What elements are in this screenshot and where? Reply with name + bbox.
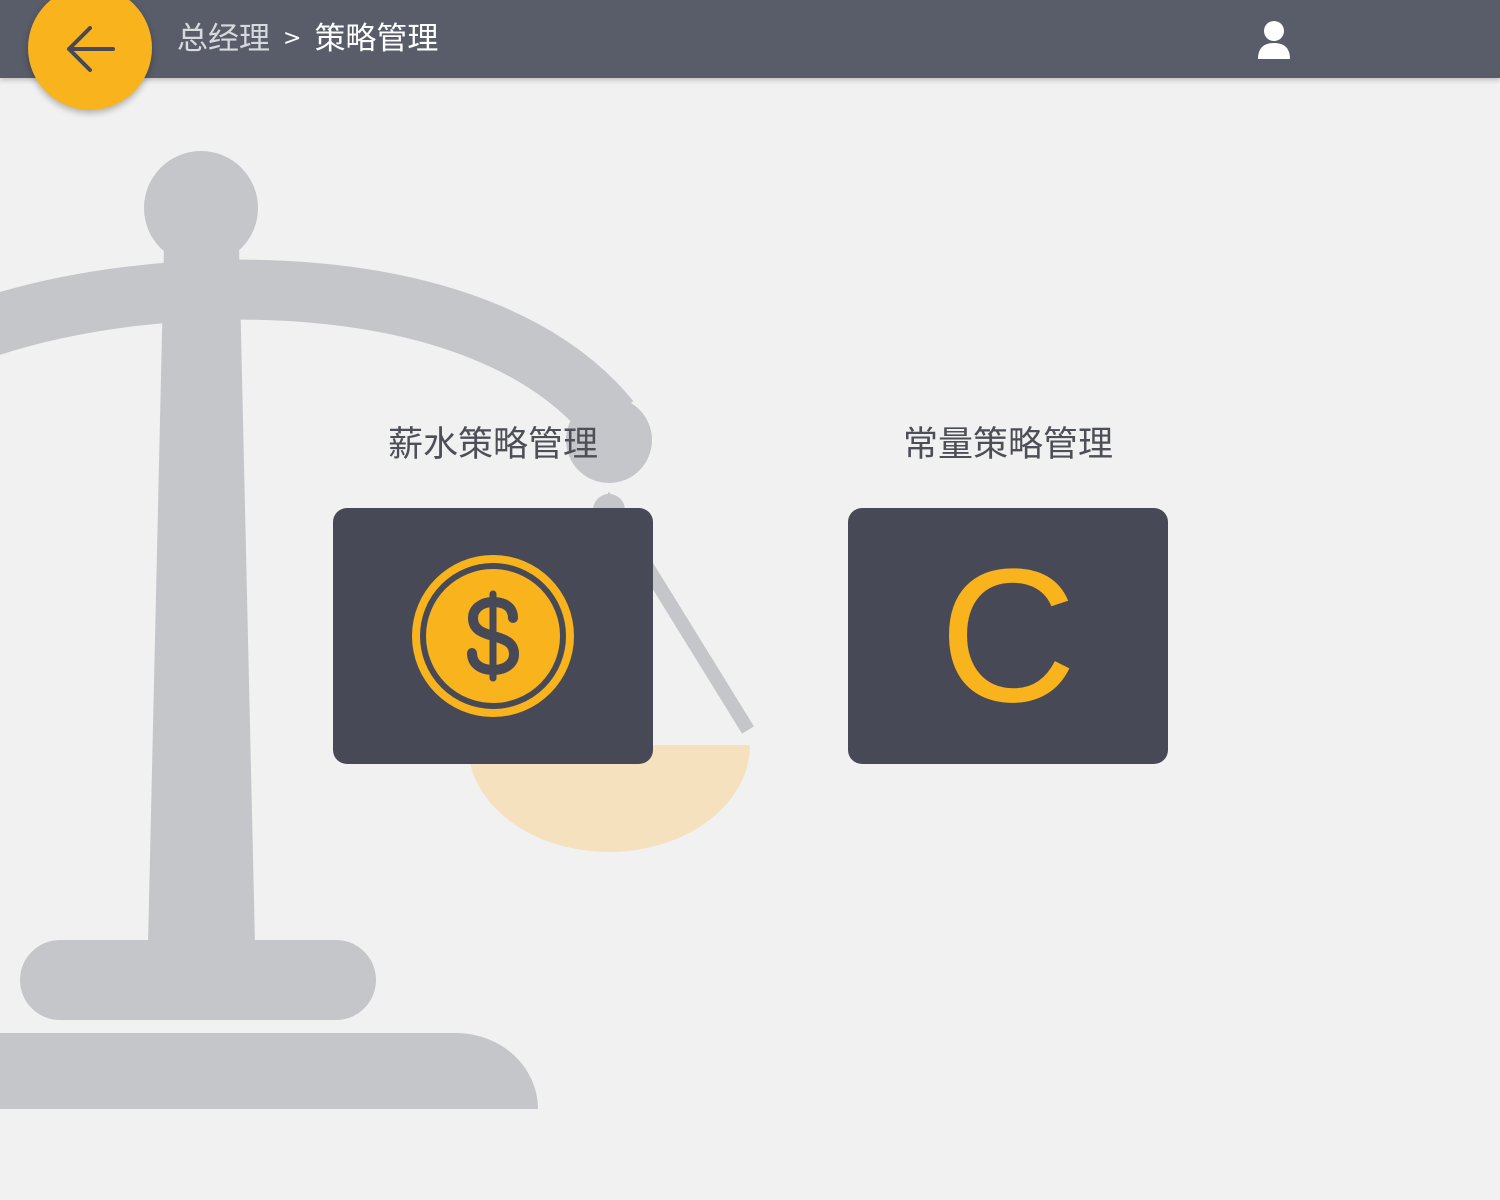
breadcrumb-separator: > <box>283 26 302 51</box>
breadcrumb: 总经理 > 策略管理 <box>177 0 438 78</box>
breadcrumb-parent[interactable]: 总经理 <box>177 23 270 55</box>
scale-beam <box>0 259 634 440</box>
constant-strategy-tile: 常量策略管理 C <box>848 425 1168 765</box>
user-icon <box>1258 21 1290 59</box>
arrow-left-icon <box>67 26 115 72</box>
letter-c-icon: C <box>939 530 1077 742</box>
salary-strategy-button[interactable] <box>333 508 653 764</box>
user-button[interactable] <box>1256 20 1292 60</box>
scale-floor-step <box>0 1033 538 1109</box>
dollar-coin-icon <box>412 555 574 717</box>
scale-pillar <box>148 245 255 945</box>
salary-strategy-tile: 薪水策略管理 <box>333 425 653 765</box>
scale-illustration <box>0 151 754 1109</box>
constant-strategy-button[interactable]: C <box>848 508 1168 764</box>
salary-strategy-label: 薪水策略管理 <box>387 425 598 465</box>
page-title: 策略管理 <box>314 20 439 57</box>
scale-base <box>20 940 376 1020</box>
constant-strategy-label: 常量策略管理 <box>902 425 1113 465</box>
